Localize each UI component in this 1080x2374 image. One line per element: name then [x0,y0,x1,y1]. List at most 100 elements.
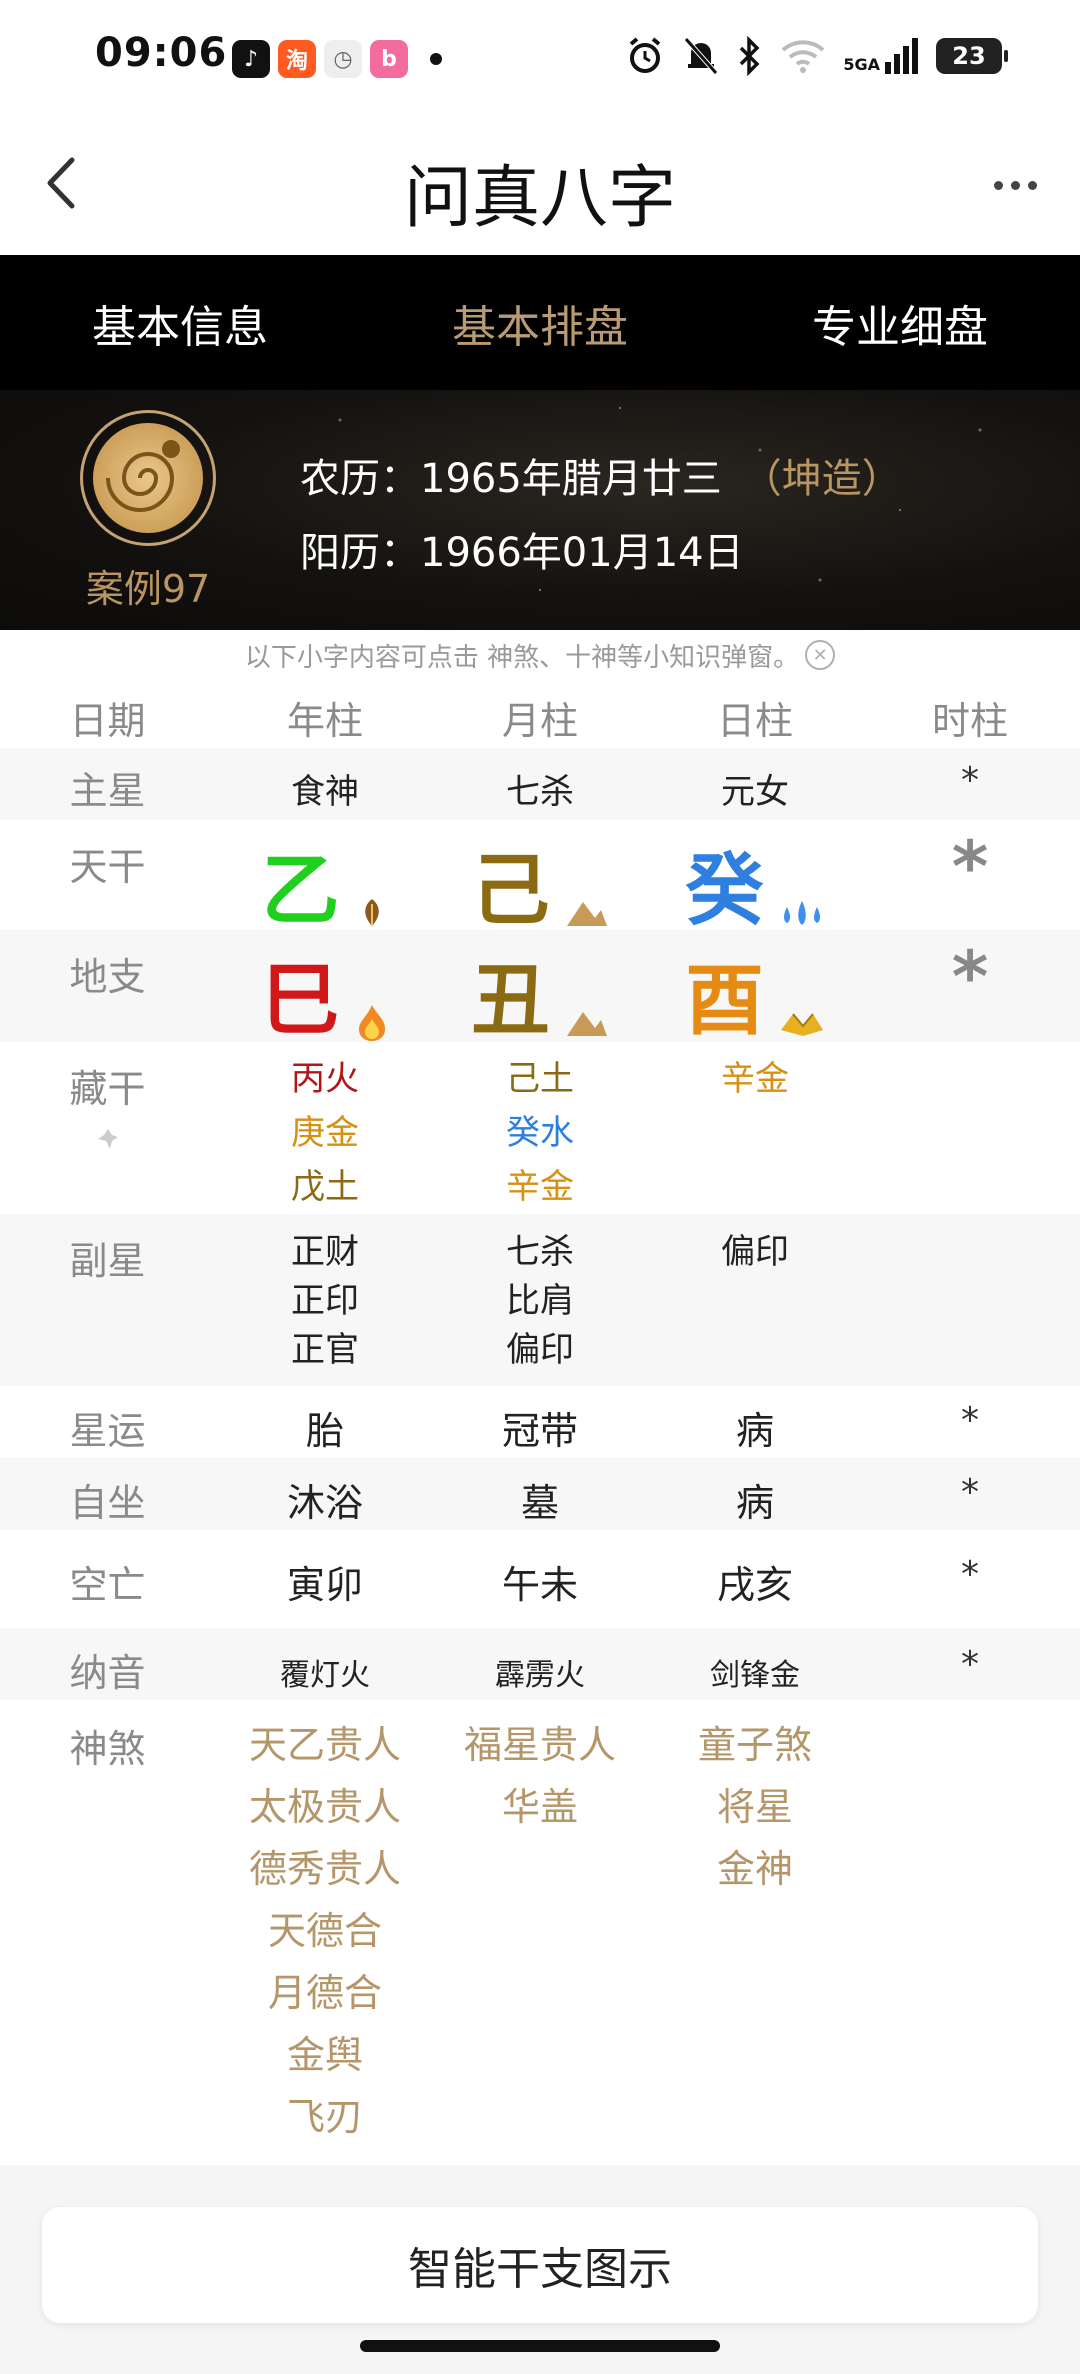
stem-day-char: 癸 [685,846,764,936]
case-label: 案例97 [85,567,211,611]
sub-stars-day: 偏印 [645,1228,865,1277]
tab-pro-chart[interactable]: 专业细盘 [720,255,1080,390]
network-type: 5GA [843,55,880,74]
shensha-item[interactable]: 福星贵人 [464,1714,616,1776]
header-hour-pillar: 时柱 [931,699,1008,743]
more-menu-icon[interactable] [980,160,1050,210]
bilibili-icon: b [370,40,408,78]
main-star-day[interactable]: 元女 [645,764,865,813]
hidden-stem-item[interactable]: 庚金 [291,1106,359,1160]
nayin-year[interactable]: 覆灯火 [215,1650,435,1694]
tab-bar: 基本信息 基本排盘 专业细盘 [0,255,1080,390]
sub-stars-year: 正财 正印 正官 [215,1228,435,1375]
branch-year[interactable]: 巳 [215,938,435,1050]
star-luck-hour: * [961,1400,979,1441]
shensha-item[interactable]: 金神 [717,1838,793,1900]
void-month[interactable]: 午未 [430,1554,650,1609]
shensha-item[interactable]: 太极贵人 [249,1776,401,1838]
shensha-month: 福星贵人 华盖 [430,1714,650,1838]
star-luck-month[interactable]: 冠带 [430,1400,650,1455]
header-date: 日期 [69,699,146,743]
star-luck-row: 星运 胎 冠带 病 * [0,1386,1080,1458]
tab-basic-chart[interactable]: 基本排盘 [360,255,720,390]
stem-month[interactable]: 己 [430,828,650,940]
shensha-row: 神煞 天乙贵人 太极贵人 德秀贵人 天德合 月德合 金舆 飞刃 福星贵人 华盖 … [0,1700,1080,2165]
shensha-item[interactable]: 金舆 [287,2024,363,2086]
shensha-item[interactable]: 月德合 [268,1962,382,2024]
zodiac-snake-avatar [80,410,216,546]
branch-hour: * [951,936,989,1018]
self-seat-year[interactable]: 沐浴 [215,1472,435,1527]
notification-dot [430,53,442,65]
sub-star-item[interactable]: 偏印 [506,1326,574,1375]
main-star-year[interactable]: 食神 [215,764,435,813]
hidden-stems-label-cell: 藏干 [20,1058,195,1155]
sub-stars-month: 七杀 比肩 偏印 [430,1228,650,1375]
smart-ganzhi-diagram-button[interactable]: 智能干支图示 [42,2207,1038,2323]
shensha-year: 天乙贵人 太极贵人 德秀贵人 天德合 月德合 金舆 飞刃 [215,1714,435,2148]
row-label: 空亡 [69,1563,146,1607]
shensha-item[interactable]: 天德合 [268,1900,382,1962]
sub-star-item[interactable]: 七杀 [506,1228,574,1277]
stem-year[interactable]: 乙 [215,828,435,940]
self-seat-hour: * [961,1472,979,1513]
void-year[interactable]: 寅卯 [215,1554,435,1609]
battery-icon: 23 [936,38,1008,74]
star-luck-day[interactable]: 病 [645,1400,865,1455]
status-bar: 09:06 ♪ 淘 ◷ b 5GA 23 [0,0,1080,120]
shensha-item[interactable]: 童子煞 [698,1714,812,1776]
hidden-stem-item[interactable]: 癸水 [506,1106,574,1160]
hidden-stem-item[interactable]: 己土 [506,1052,574,1106]
home-indicator[interactable] [360,2340,720,2352]
shensha-item[interactable]: 天乙贵人 [249,1714,401,1776]
water-icon [783,900,820,925]
branch-month[interactable]: 丑 [430,938,650,1050]
branch-month-char: 丑 [471,956,550,1046]
tab-basic-info[interactable]: 基本信息 [0,255,360,390]
hidden-stem-item[interactable]: 辛金 [506,1160,574,1214]
header-year-pillar: 年柱 [286,699,363,743]
metal-icon [780,1012,823,1036]
hidden-stems-year: 丙火 庚金 戊土 [215,1052,435,1214]
hidden-stem-item[interactable]: 丙火 [291,1052,359,1106]
earth-icon [566,901,607,926]
stem-year-char: 乙 [261,846,340,936]
void-day[interactable]: 戌亥 [645,1554,865,1609]
sub-star-item[interactable]: 偏印 [721,1228,789,1277]
main-star-row: 主星 食神 七杀 元女 * [0,748,1080,820]
signal-icon: 5GA [843,38,918,74]
shensha-item[interactable]: 将星 [717,1776,793,1838]
self-seat-month[interactable]: 墓 [430,1472,650,1527]
sub-star-item[interactable]: 正官 [291,1326,359,1375]
sub-star-item[interactable]: 比肩 [506,1277,574,1326]
star-luck-year[interactable]: 胎 [215,1400,435,1455]
row-label: 地支 [69,955,146,999]
hint-bar: 以下小字内容可点击 神煞、十神等小知识弹窗。 ✕ [0,630,1080,680]
status-right-icons: 5GA 23 [625,36,1008,76]
shensha-item[interactable]: 德秀贵人 [249,1838,401,1900]
close-icon[interactable]: ✕ [805,640,836,670]
tiktok-icon: ♪ [232,40,270,78]
row-label: 星运 [69,1409,146,1453]
pin-icon[interactable] [96,1127,120,1151]
stem-day[interactable]: 癸 [645,828,865,940]
wifi-icon [782,40,825,73]
branch-day[interactable]: 酉 [645,938,865,1050]
stem-month-char: 己 [471,846,550,936]
main-star-hour: * [961,760,979,801]
nayin-month[interactable]: 霹雳火 [430,1650,650,1694]
sub-star-item[interactable]: 正财 [291,1228,359,1277]
hidden-stem-item[interactable]: 辛金 [721,1052,789,1106]
sub-star-item[interactable]: 正印 [291,1277,359,1326]
nayin-day[interactable]: 剑锋金 [645,1650,865,1694]
table-header-row: 日期 年柱 月柱 日柱 时柱 [0,680,1080,748]
stem-hour: * [951,826,989,908]
shensha-item[interactable]: 飞刃 [287,2086,363,2148]
shensha-item[interactable]: 华盖 [502,1776,578,1838]
hint-text: 以下小字内容可点击 神煞、十神等小知识弹窗。 [244,642,800,673]
hidden-stem-item[interactable]: 戊土 [291,1160,359,1214]
main-star-month[interactable]: 七杀 [430,764,650,813]
self-seat-day[interactable]: 病 [645,1472,865,1527]
taobao-icon: 淘 [278,40,316,78]
hidden-stems-day: 辛金 [645,1052,865,1106]
